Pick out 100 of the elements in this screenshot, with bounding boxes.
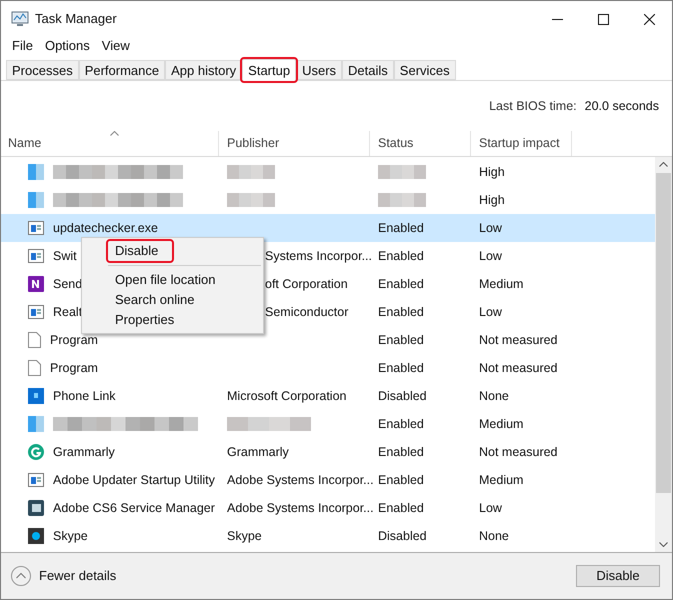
table-cell-text: Systems Incorpor... xyxy=(264,248,372,263)
table-cell: Microsoft Corporation xyxy=(227,388,346,403)
column-header[interactable]: Publisher xyxy=(220,131,370,156)
table-cell: Low xyxy=(479,248,502,263)
table-row[interactable]: Grammarly Grammarly Enabled Not measured xyxy=(1,438,655,466)
blurred-icon xyxy=(28,416,44,432)
chevron-up-icon xyxy=(11,566,31,586)
window-title: Task Manager xyxy=(35,10,117,28)
table-cell: Enabled xyxy=(378,472,424,487)
table-cell-text: Grammarly xyxy=(53,444,115,461)
table-cell-text: Swit xyxy=(53,248,77,265)
table-cell-text: Realt xyxy=(53,304,82,321)
tab[interactable]: Performance xyxy=(78,60,166,80)
app-window-icon xyxy=(28,305,44,319)
table-cell: Grammarly xyxy=(227,444,289,459)
table-cell-text: Program xyxy=(50,360,98,377)
tab[interactable]: App history xyxy=(165,60,242,80)
table-cell: Enabled xyxy=(378,416,424,431)
table-cell: Enabled xyxy=(378,500,424,515)
file-icon xyxy=(28,360,41,376)
blurred-icon xyxy=(28,164,44,180)
table-cell-text: Adobe Updater Startup Utility xyxy=(53,472,215,489)
service-manager-icon xyxy=(28,500,44,516)
close-icon xyxy=(644,14,654,24)
table-row[interactable]: Program Enabled Not measured xyxy=(1,354,655,382)
table-row[interactable]: updatechecker.exe Enabled Low xyxy=(1,214,655,242)
table-cell: Not measured xyxy=(479,332,558,347)
table-cell: Low xyxy=(479,500,502,515)
column-header[interactable]: Name xyxy=(1,131,219,156)
disable-button[interactable]: Disable xyxy=(576,565,660,587)
blurred-text xyxy=(378,165,426,179)
table-cell: Enabled xyxy=(378,332,424,347)
table-cell: Enabled xyxy=(378,276,424,291)
minimize-icon xyxy=(552,18,562,20)
table-cell: Low xyxy=(479,304,502,319)
column-header[interactable]: Status xyxy=(371,131,471,156)
table-row[interactable]: Adobe Updater Startup Utility Adobe Systems Incorpor... Enabled Medium xyxy=(1,466,655,494)
menu-item[interactable]: Search online xyxy=(108,290,194,310)
app-window-icon xyxy=(28,249,44,263)
table-cell: Medium xyxy=(479,276,524,291)
table-cell: None xyxy=(479,388,509,403)
blurred-text xyxy=(378,193,426,207)
table-cell: Enabled xyxy=(378,360,424,375)
app-window-icon xyxy=(28,473,44,487)
table-cell: Medium xyxy=(479,416,524,431)
table-cell-text: Skype xyxy=(53,528,88,545)
fewer-details-button[interactable]: Fewer details xyxy=(11,566,116,586)
menu-item[interactable]: Options xyxy=(38,36,96,56)
table-cell: None xyxy=(479,528,509,543)
table-cell: High xyxy=(479,164,505,179)
table-row[interactable]: High xyxy=(1,158,655,186)
table-row[interactable]: Skype Skype Disabled None xyxy=(1,522,655,550)
table-cell: Adobe Systems Incorpor... xyxy=(227,500,374,515)
tab[interactable]: Services xyxy=(394,60,456,80)
blurred-icon xyxy=(28,192,44,208)
app-window-icon xyxy=(28,221,44,235)
table-cell-text: Program xyxy=(50,332,98,349)
table-cell-text: Phone Link xyxy=(53,388,116,405)
bios-time-label: Last BIOS time: xyxy=(489,98,577,115)
table-cell: Enabled xyxy=(378,304,424,319)
table-cell-text: updatechecker.exe xyxy=(53,220,158,237)
table-cell: High xyxy=(479,192,505,207)
blurred-text xyxy=(227,193,275,207)
table-cell: Enabled xyxy=(378,220,424,235)
table-row[interactable]: Adobe CS6 Service Manager Adobe Systems Incorpor... Enabled Low xyxy=(1,494,655,522)
table-row[interactable]: High xyxy=(1,186,655,214)
table-row[interactable]: Phone Link Microsoft Corporation Disabled None xyxy=(1,382,655,410)
monitor-chart-icon xyxy=(11,11,29,27)
grammarly-icon xyxy=(28,444,44,460)
table-cell: Not measured xyxy=(479,360,558,375)
table-cell: Adobe Systems Incorpor... xyxy=(227,472,374,487)
table-cell: Disabled xyxy=(378,388,427,403)
bios-time-value: 20.0 seconds xyxy=(584,98,659,115)
tab[interactable]: Startup xyxy=(242,59,296,81)
table-cell: Skype xyxy=(227,528,262,543)
table-cell: Enabled xyxy=(378,248,424,263)
menu-item[interactable]: View xyxy=(96,36,136,56)
scrollbar-thumb[interactable] xyxy=(656,173,671,493)
table-cell-text: Semiconductor xyxy=(264,304,348,319)
phone-link-icon xyxy=(28,388,44,404)
column-header[interactable]: Startup impact xyxy=(472,131,572,156)
table-cell: Low xyxy=(479,220,502,235)
table-cell-text: Adobe CS6 Service Manager xyxy=(53,500,215,517)
menu-item[interactable]: File xyxy=(6,36,39,56)
skype-icon xyxy=(28,528,44,544)
tab[interactable]: Processes xyxy=(6,60,79,80)
file-icon xyxy=(28,332,41,348)
menu-item[interactable]: Open file location xyxy=(108,270,216,290)
scrollbar[interactable] xyxy=(655,157,672,552)
table-cell: Not measured xyxy=(479,444,558,459)
maximize-icon xyxy=(598,14,608,24)
scroll-up-icon xyxy=(659,162,668,167)
tab[interactable]: Details xyxy=(342,60,394,80)
notebook-icon xyxy=(28,276,44,292)
table-row[interactable]: Enabled Medium xyxy=(1,410,655,438)
table-cell-text: oft Corporation xyxy=(264,276,348,291)
table-cell: Enabled xyxy=(378,444,424,459)
tab[interactable]: Users xyxy=(296,60,342,80)
menu-item[interactable]: Disable xyxy=(108,241,172,261)
sort-up-icon xyxy=(110,131,118,136)
